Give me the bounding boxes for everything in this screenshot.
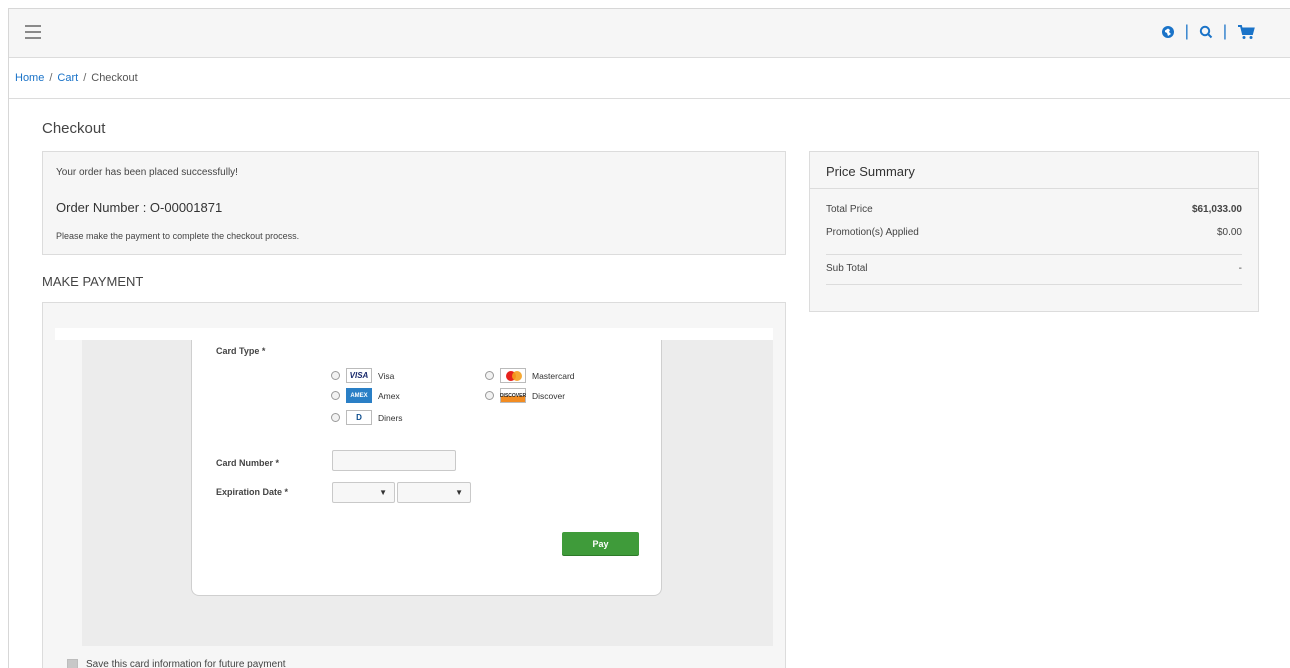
- expiration-date-label: Expiration Date *: [216, 487, 289, 497]
- make-payment-heading: MAKE PAYMENT: [42, 274, 144, 289]
- divider: [826, 254, 1242, 255]
- order-confirmation-panel: Your order has been placed successfully!…: [42, 151, 786, 255]
- order-success-message: Your order has been placed successfully!: [56, 167, 238, 178]
- diners-logo-icon: D: [346, 410, 372, 425]
- mastercard-radio[interactable]: [485, 371, 494, 380]
- card-number-label: Card Number *: [216, 458, 280, 468]
- summary-row-label: Sub Total: [826, 263, 868, 274]
- header-separator: |: [1184, 23, 1189, 40]
- breadcrumb-separator: /: [83, 72, 87, 84]
- exp-month-select[interactable]: ▼: [332, 482, 395, 503]
- subtotal-value: -: [1238, 263, 1242, 274]
- discover-logo-icon: DISCOVER: [500, 388, 526, 403]
- card-option-mastercard[interactable]: Mastercard: [485, 368, 575, 383]
- divider: [810, 188, 1258, 189]
- card-type-label: Card Type *: [216, 346, 266, 356]
- card-number-input[interactable]: [332, 450, 456, 471]
- hamburger-icon[interactable]: [25, 25, 41, 39]
- dropdown-arrow-icon: ▼: [379, 488, 387, 497]
- save-card-option[interactable]: Save this card information for future pa…: [67, 659, 286, 668]
- search-icon[interactable]: [1199, 25, 1213, 39]
- breadcrumb-current: Checkout: [91, 72, 138, 84]
- save-card-checkbox[interactable]: [67, 659, 78, 668]
- visa-logo-icon: VISA: [346, 368, 372, 383]
- globe-icon[interactable]: [1161, 25, 1175, 39]
- dropdown-arrow-icon: ▼: [455, 488, 463, 497]
- order-number: Order Number : O-00001871: [56, 200, 223, 215]
- visa-radio[interactable]: [331, 371, 340, 380]
- promotions-value: $0.00: [1216, 227, 1242, 238]
- card-option-label: Diners: [378, 412, 403, 423]
- summary-row-total: Total Price $61,033.00: [826, 204, 1242, 215]
- price-summary-title: Price Summary: [826, 164, 915, 179]
- card-option-amex[interactable]: AMEX Amex: [331, 388, 400, 403]
- diners-radio[interactable]: [331, 413, 340, 422]
- summary-row-label: Total Price: [826, 204, 873, 215]
- exp-year-select[interactable]: ▼: [397, 482, 471, 503]
- mastercard-logo-icon: [500, 368, 526, 383]
- payment-frame-top: [55, 328, 773, 340]
- summary-row-promotions: Promotion(s) Applied $0.00: [826, 227, 1242, 238]
- card-option-label: Mastercard: [532, 370, 575, 381]
- card-form: Card Type * VISA Visa Mastercard AMEX Am…: [191, 340, 662, 596]
- app-frame: | | Home / Cart / Checkout Checkout Your ord…: [8, 8, 1290, 668]
- summary-row-label: Promotion(s) Applied: [826, 227, 919, 238]
- header-separator: |: [1222, 23, 1227, 40]
- discover-radio[interactable]: [485, 391, 494, 400]
- pay-button[interactable]: Pay: [562, 532, 639, 555]
- card-option-visa[interactable]: VISA Visa: [331, 368, 394, 383]
- total-price-value: $61,033.00: [1191, 204, 1242, 215]
- card-option-label: Visa: [378, 370, 395, 381]
- breadcrumb-home-link[interactable]: Home: [15, 72, 44, 84]
- card-option-label: Discover: [532, 390, 566, 401]
- divider: [826, 284, 1242, 285]
- card-option-label: Amex: [378, 390, 400, 401]
- price-summary-panel: Price Summary Total Price $61,033.00 Pro…: [809, 151, 1259, 312]
- amex-logo-icon: AMEX: [346, 388, 372, 403]
- breadcrumb-bar: Home / Cart / Checkout: [9, 59, 1290, 99]
- page-title: Checkout: [42, 120, 106, 137]
- breadcrumb-separator: /: [49, 72, 53, 84]
- save-card-label: Save this card information for future pa…: [86, 659, 286, 668]
- card-option-diners[interactable]: D Diners: [331, 410, 403, 425]
- breadcrumb-cart-link[interactable]: Cart: [57, 72, 78, 84]
- amex-radio[interactable]: [331, 391, 340, 400]
- header-icon-group: | |: [1161, 23, 1255, 41]
- payment-panel: Card Type * VISA Visa Mastercard AMEX Am…: [42, 302, 786, 668]
- summary-row-subtotal: Sub Total -: [826, 263, 1242, 274]
- payment-instruction: Please make the payment to complete the …: [56, 231, 300, 241]
- cart-icon[interactable]: [1237, 24, 1255, 40]
- top-navbar: | |: [9, 9, 1290, 58]
- breadcrumb: Home / Cart / Checkout: [15, 72, 138, 84]
- card-option-discover[interactable]: DISCOVER Discover: [485, 388, 565, 403]
